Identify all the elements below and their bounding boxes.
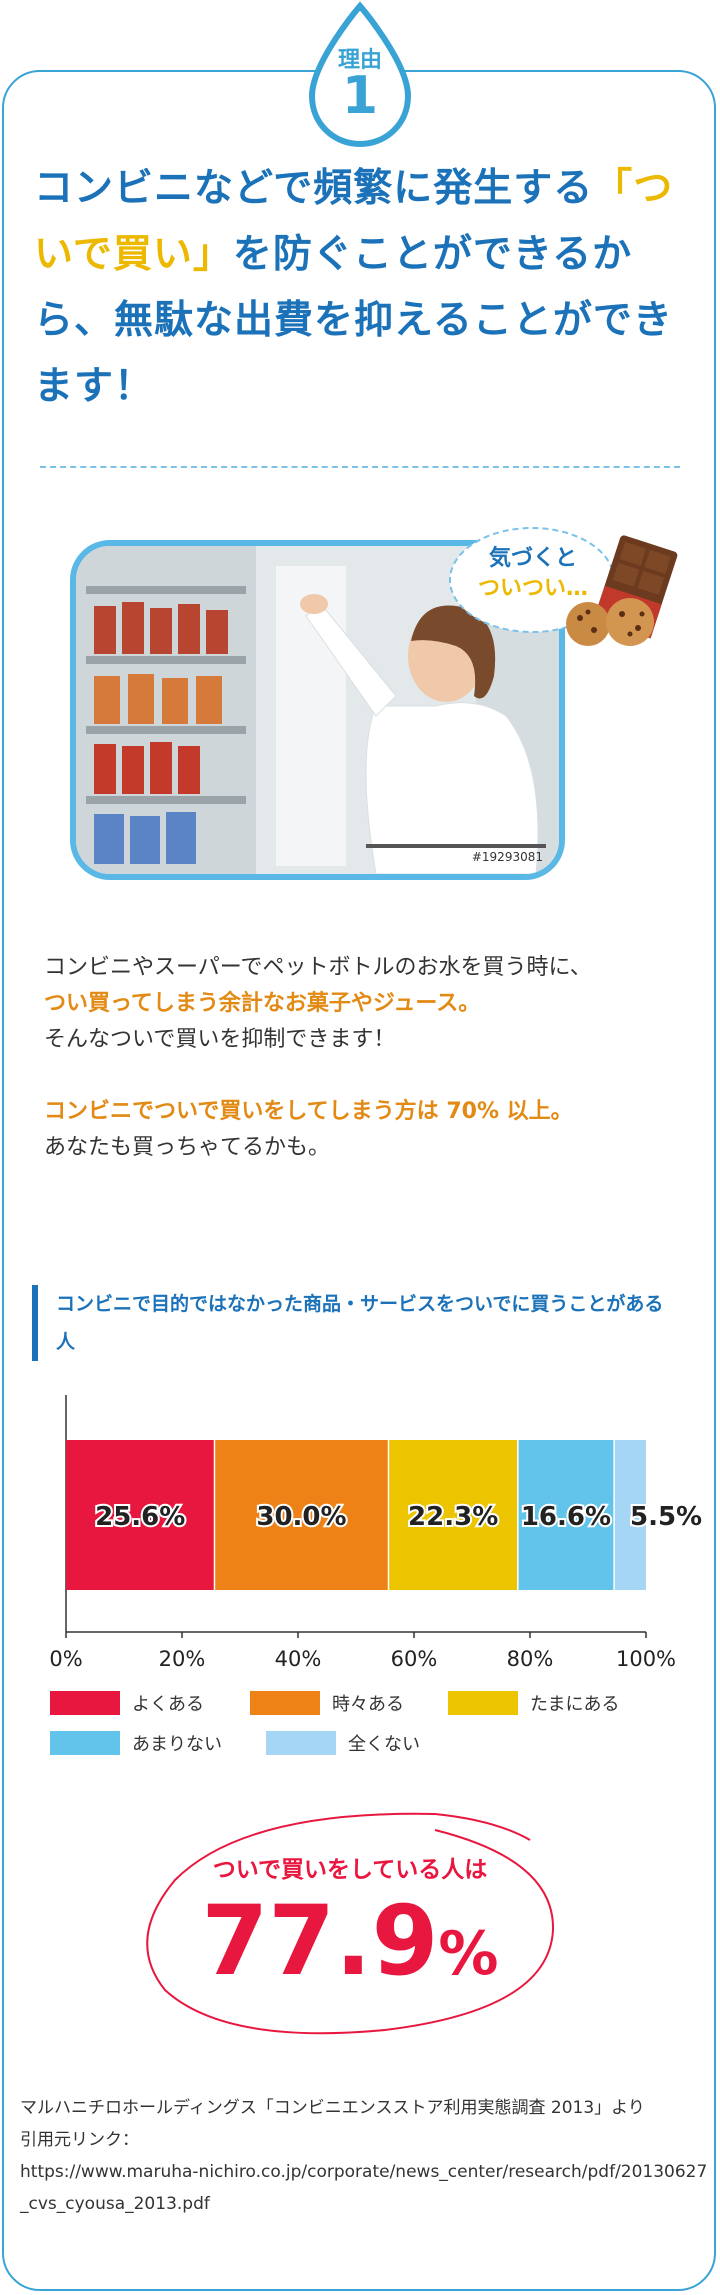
stat-label: ついで買いをしている人は <box>212 1857 488 1883</box>
legend-swatch <box>50 1731 120 1755</box>
photo-stock-id: #19293081 <box>471 850 543 864</box>
legend-swatch <box>448 1691 518 1715</box>
headline-part1: コンビニなどで頻繁に発生する <box>34 166 594 211</box>
body-text: コンビニやスーパーでペットボトルのお水を買う時に、 つい買ってしまう余計なお菓子… <box>44 950 684 1166</box>
stat-unit: % <box>438 1919 499 1989</box>
legend-item-2: 時々ある <box>250 1690 404 1716</box>
legend-item-3: たまにある <box>448 1690 619 1716</box>
body-p1-line1: コンビニやスーパーでペットボトルのお水を買う時に、 <box>44 955 592 980</box>
legend-item-1: よくある <box>50 1690 204 1716</box>
body-p2-line2: あなたも買っちゃてるかも。 <box>44 1135 331 1160</box>
cookie-icon <box>566 598 654 646</box>
source-line2: 引用元リンク： <box>20 2130 139 2150</box>
legend-label: あまりない <box>132 1734 222 1755</box>
source-link[interactable]: https://www.maruha-nichiro.co.jp/corpora… <box>20 2162 707 2214</box>
body-p1-line2: つい買ってしまう余計なお菓子やジュース。 <box>44 991 481 1016</box>
stat-number: 77.9 <box>201 1885 439 1997</box>
body-p1-line3: そんなついで買いを抑制できます！ <box>44 1027 396 1052</box>
chart-title: コンビニで目的ではなかった商品・サービスをついでに買うことがある人 <box>32 1285 672 1361</box>
legend-swatch <box>50 1691 120 1715</box>
body-p2-line1: コンビニでついで買いをしてしまう方は 70% 以上。 <box>44 1099 573 1124</box>
legend-label: よくある <box>132 1694 204 1715</box>
badge-number: 1 <box>341 66 379 126</box>
legend-item-4: あまりない <box>50 1730 222 1756</box>
dashed-divider <box>40 466 680 468</box>
legend-label: 時々ある <box>332 1694 404 1715</box>
legend-label: たまにある <box>530 1694 620 1715</box>
legend-label: 全くない <box>348 1734 420 1755</box>
legend-item-5: 全くない <box>266 1730 420 1756</box>
source-line1: マルハニチロホールディングス「コンビニエンスストア利用実態調査 2013」より <box>20 2098 645 2118</box>
legend-swatch <box>250 1691 320 1715</box>
headline: コンビニなどで頻繁に発生する「ついで買い」を防ぐことができるから、無駄な出費を抑… <box>34 156 684 420</box>
stat-value: 77.9% <box>140 1886 560 2009</box>
legend-swatch <box>266 1731 336 1755</box>
source-citation: マルハニチロホールディングス「コンビニエンスストア利用実態調査 2013」より … <box>20 2092 710 2220</box>
